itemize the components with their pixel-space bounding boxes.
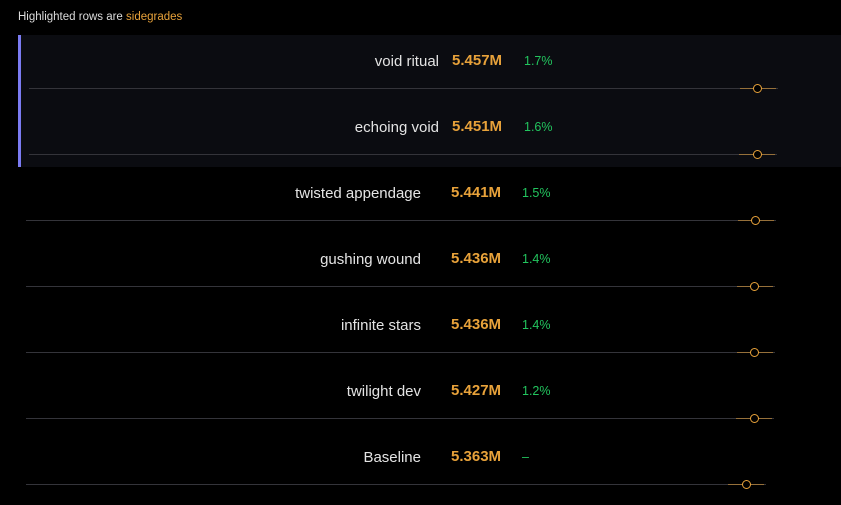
row-marker	[750, 282, 760, 291]
row-track	[26, 484, 767, 485]
result-row: gushing wound 5.436M 1.4%	[0, 233, 841, 299]
row-percent: 1.7%	[524, 54, 553, 68]
result-row: echoing void 5.451M 1.6%	[18, 101, 841, 167]
row-marker	[752, 150, 762, 159]
row-name: twisted appendage	[295, 185, 421, 202]
highlight-note-text: Highlighted rows are	[18, 11, 127, 23]
row-value: 5.457M	[452, 52, 503, 69]
row-name: Baseline	[363, 449, 421, 466]
row-marker	[753, 84, 763, 93]
row-track	[26, 418, 775, 419]
row-track	[26, 286, 775, 287]
row-percent: 1.5%	[522, 186, 551, 200]
row-value: 5.427M	[451, 382, 502, 399]
result-row: void ritual 5.457M 1.7%	[18, 35, 841, 101]
result-row: twisted appendage 5.441M 1.5%	[0, 167, 841, 233]
row-marker	[741, 480, 751, 489]
row-name: twilight dev	[346, 383, 421, 400]
row-value: 5.451M	[452, 118, 503, 135]
row-track	[29, 88, 778, 89]
row-value: 5.436M	[451, 316, 502, 333]
row-percent: –	[522, 450, 529, 464]
row-marker	[749, 414, 759, 423]
row-track	[29, 154, 778, 155]
row-name: echoing void	[354, 119, 439, 136]
results-list: void ritual 5.457M 1.7% echoing void 5.4…	[0, 35, 841, 497]
row-percent: 1.2%	[522, 384, 551, 398]
sidegrades-label: sidegrades	[126, 11, 183, 23]
result-row: infinite stars 5.436M 1.4%	[0, 299, 841, 365]
result-row: Baseline 5.363M –	[0, 431, 841, 497]
row-percent: 1.4%	[522, 318, 551, 332]
row-percent: 1.4%	[522, 252, 551, 266]
row-track	[26, 352, 775, 353]
highlight-note: Highlighted rows are sidegrades	[18, 11, 182, 23]
row-value: 5.441M	[451, 184, 502, 201]
result-row: twilight dev 5.427M 1.2%	[0, 365, 841, 431]
row-value: 5.436M	[451, 250, 502, 267]
row-marker	[751, 216, 761, 225]
row-name: void ritual	[374, 53, 439, 70]
row-track	[26, 220, 776, 221]
row-percent: 1.6%	[524, 120, 553, 134]
row-name: gushing wound	[320, 251, 421, 268]
row-marker	[750, 348, 760, 357]
row-name: infinite stars	[340, 317, 421, 334]
row-value: 5.363M	[451, 448, 502, 465]
